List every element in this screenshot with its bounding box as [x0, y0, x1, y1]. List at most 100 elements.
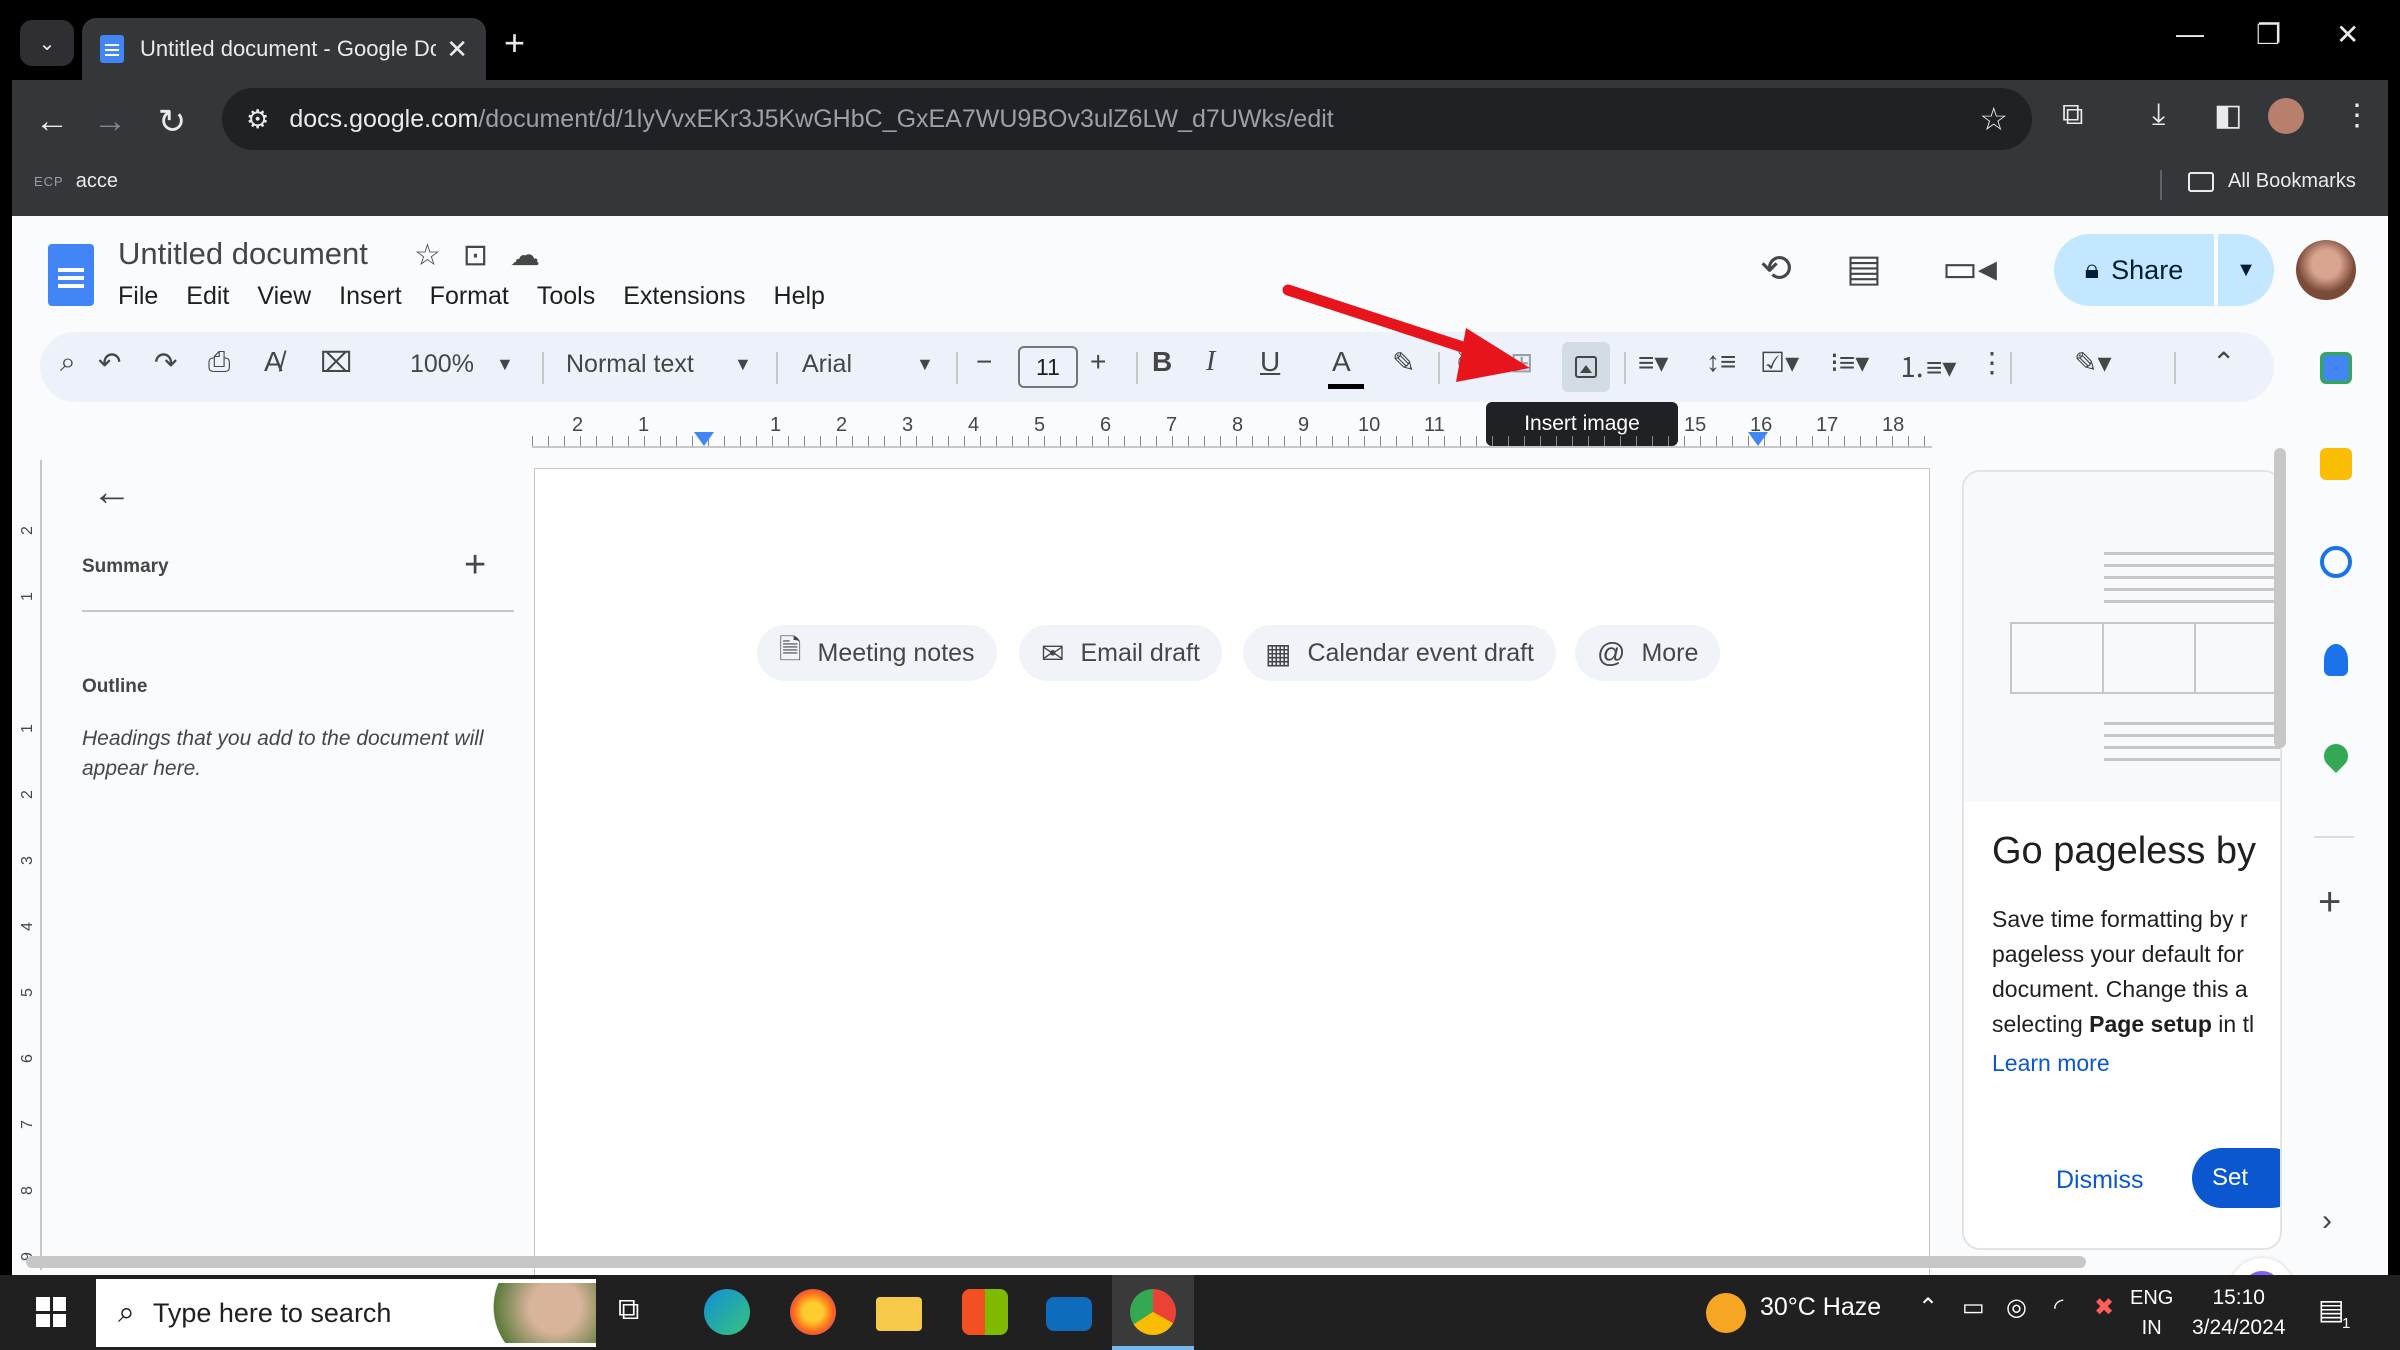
battery-icon[interactable]: ▭ — [1962, 1293, 1985, 1322]
undo-icon[interactable]: ↶ — [98, 346, 121, 379]
mail-app-icon[interactable] — [1046, 1297, 1092, 1331]
file-explorer-app-icon[interactable] — [876, 1297, 922, 1331]
tab-search-button[interactable]: ⌄ — [20, 20, 74, 66]
search-highlight-image[interactable] — [460, 1283, 596, 1343]
download-icon[interactable]: ⤓ — [2152, 98, 2165, 132]
zoom-caret-icon[interactable]: ▼ — [496, 354, 514, 375]
chrome-menu-icon[interactable]: ⋮ — [2342, 98, 2372, 133]
style-select[interactable]: Normal text — [566, 350, 694, 379]
chrome-app-icon[interactable] — [1130, 1289, 1176, 1335]
tab-close-icon[interactable]: ✕ — [446, 34, 468, 65]
align-icon[interactable]: ≡▾ — [1638, 346, 1668, 379]
document-page[interactable]: 🗎︎ Meeting notes ✉ Email draft ▦ Calenda… — [534, 468, 1930, 1275]
menu-extensions[interactable]: Extensions — [623, 282, 745, 311]
font-select[interactable]: Arial — [802, 350, 852, 379]
insert-link-icon[interactable]: ⛓ — [1452, 346, 1488, 379]
back-icon[interactable]: ← — [30, 102, 74, 141]
menu-edit[interactable]: Edit — [186, 282, 229, 311]
expand-side-panel-icon[interactable]: › — [2322, 1204, 2332, 1238]
menu-file[interactable]: File — [118, 282, 158, 311]
menu-format[interactable]: Format — [430, 282, 509, 311]
minimize-icon[interactable]: — — [2176, 18, 2204, 50]
decrease-font-size-icon[interactable]: − — [976, 346, 992, 378]
site-settings-icon[interactable]: ⚙ — [246, 104, 269, 135]
weather-icon[interactable] — [1706, 1293, 1746, 1333]
share-options-button[interactable]: ▼ — [2218, 234, 2274, 306]
set-pageless-button[interactable]: Set — [2192, 1148, 2280, 1208]
horizontal-ruler[interactable]: 2 1 1 2 3 4 5 6 7 8 9 10 11 15 16 17 18 — [532, 412, 1932, 448]
move-folder-icon[interactable]: ⊡ — [463, 238, 488, 273]
cloud-status-icon[interactable]: ☁ — [510, 238, 540, 273]
highlight-icon[interactable]: ✎ — [1392, 346, 1415, 379]
address-bar[interactable]: ⚙ docs.google.com/document/d/1lyVvxEKr3J… — [222, 88, 2032, 150]
menu-tools[interactable]: Tools — [537, 282, 595, 311]
side-panel-icon[interactable]: ◧ — [2214, 98, 2242, 133]
checklist-icon[interactable]: ☑▾ — [1760, 346, 1799, 379]
vpn-icon[interactable]: ◎ — [2006, 1293, 2027, 1322]
redo-icon[interactable]: ↷ — [154, 346, 177, 379]
docs-logo-icon[interactable] — [48, 244, 94, 306]
store-app-icon[interactable] — [962, 1289, 1008, 1335]
zoom-select[interactable]: 100% — [410, 350, 474, 379]
underline-icon[interactable]: U — [1260, 346, 1280, 378]
calendar-event-draft-chip[interactable]: ▦ Calendar event draft — [1243, 625, 1556, 681]
more-options-icon[interactable]: ⋮ — [1978, 346, 2006, 379]
increase-font-size-icon[interactable]: + — [1090, 346, 1106, 378]
show-hidden-icons[interactable]: ⌃ — [1918, 1293, 1938, 1322]
reload-icon[interactable]: ↻ — [150, 102, 194, 142]
vertical-scrollbar[interactable] — [2274, 448, 2286, 748]
volume-muted-icon[interactable]: ✖ — [2094, 1293, 2114, 1322]
notifications-icon[interactable]: ▤ — [2318, 1293, 2344, 1326]
calendar-app-icon[interactable] — [2320, 352, 2352, 384]
editing-mode-icon[interactable]: ✎▾ — [2074, 346, 2112, 379]
close-window-icon[interactable]: ✕ — [2336, 18, 2359, 51]
new-tab-button[interactable]: + — [504, 22, 525, 64]
share-button[interactable]: 🔒︎ Share — [2054, 234, 2214, 306]
bold-icon[interactable]: B — [1152, 346, 1172, 378]
add-comment-icon[interactable]: ⊞ — [1510, 346, 1533, 379]
extensions-icon[interactable]: ⧉ — [2062, 98, 2083, 132]
bookmark-star-icon[interactable]: ☆ — [1979, 100, 2008, 138]
left-indent-marker[interactable] — [694, 432, 714, 446]
close-outline-arrow-icon[interactable]: ← — [92, 470, 132, 515]
menu-view[interactable]: View — [257, 282, 311, 311]
edge-app-icon[interactable] — [704, 1289, 750, 1335]
search-menus-icon[interactable]: ⌕ — [60, 346, 76, 379]
horizontal-scrollbar[interactable] — [26, 1256, 2086, 1268]
numbered-list-icon[interactable]: ⒈≡▾ — [1898, 346, 1956, 386]
hide-menus-icon[interactable]: ⌃ — [2212, 346, 2235, 379]
learn-more-link[interactable]: Learn more — [1992, 1050, 2110, 1077]
style-caret-icon[interactable]: ▼ — [734, 354, 752, 375]
browser-profile-avatar[interactable] — [2268, 98, 2304, 134]
bookmark-acce[interactable]: ECP acce — [34, 170, 118, 193]
wifi-icon[interactable]: ◜ — [2054, 1293, 2063, 1322]
forward-icon[interactable]: → — [88, 102, 132, 141]
restore-icon[interactable]: ❐ — [2256, 18, 2281, 51]
maps-app-icon[interactable] — [2319, 739, 2353, 773]
more-chip[interactable]: @ More — [1575, 625, 1721, 681]
menu-insert[interactable]: Insert — [339, 282, 402, 311]
menu-help[interactable]: Help — [774, 282, 825, 311]
right-indent-marker[interactable] — [1748, 432, 1768, 446]
version-history-icon[interactable]: ⟲ — [1760, 246, 1792, 291]
all-bookmarks-button[interactable]: All Bookmarks — [2188, 170, 2356, 193]
weather-text[interactable]: 30°C Haze — [1760, 1293, 1881, 1322]
clock[interactable]: 15:10 3/24/2024 — [2192, 1283, 2285, 1343]
insert-image-button[interactable] — [1562, 342, 1610, 392]
paint-format-icon[interactable]: ⌧ — [320, 346, 352, 379]
font-caret-icon[interactable]: ▼ — [916, 354, 934, 375]
italic-icon[interactable]: I — [1206, 346, 1215, 378]
firefox-app-icon[interactable] — [790, 1289, 836, 1335]
line-spacing-icon[interactable]: ↕≡ — [1706, 346, 1736, 378]
tasks-app-icon[interactable] — [2320, 546, 2352, 578]
contacts-app-icon[interactable] — [2324, 644, 2348, 676]
task-view-icon[interactable]: ⧉ — [618, 1293, 639, 1327]
meet-icon[interactable]: ▭◂ — [1942, 246, 1997, 291]
document-title[interactable]: Untitled document — [118, 236, 368, 272]
text-color-icon[interactable]: A — [1332, 346, 1351, 378]
meeting-notes-chip[interactable]: 🗎︎ Meeting notes — [757, 625, 997, 681]
print-icon[interactable]: ⎙ — [208, 346, 230, 379]
email-draft-chip[interactable]: ✉ Email draft — [1019, 625, 1222, 681]
comments-icon[interactable]: ▤ — [1846, 246, 1882, 291]
browser-tab[interactable]: Untitled document - Google Dc ✕ — [82, 18, 486, 80]
